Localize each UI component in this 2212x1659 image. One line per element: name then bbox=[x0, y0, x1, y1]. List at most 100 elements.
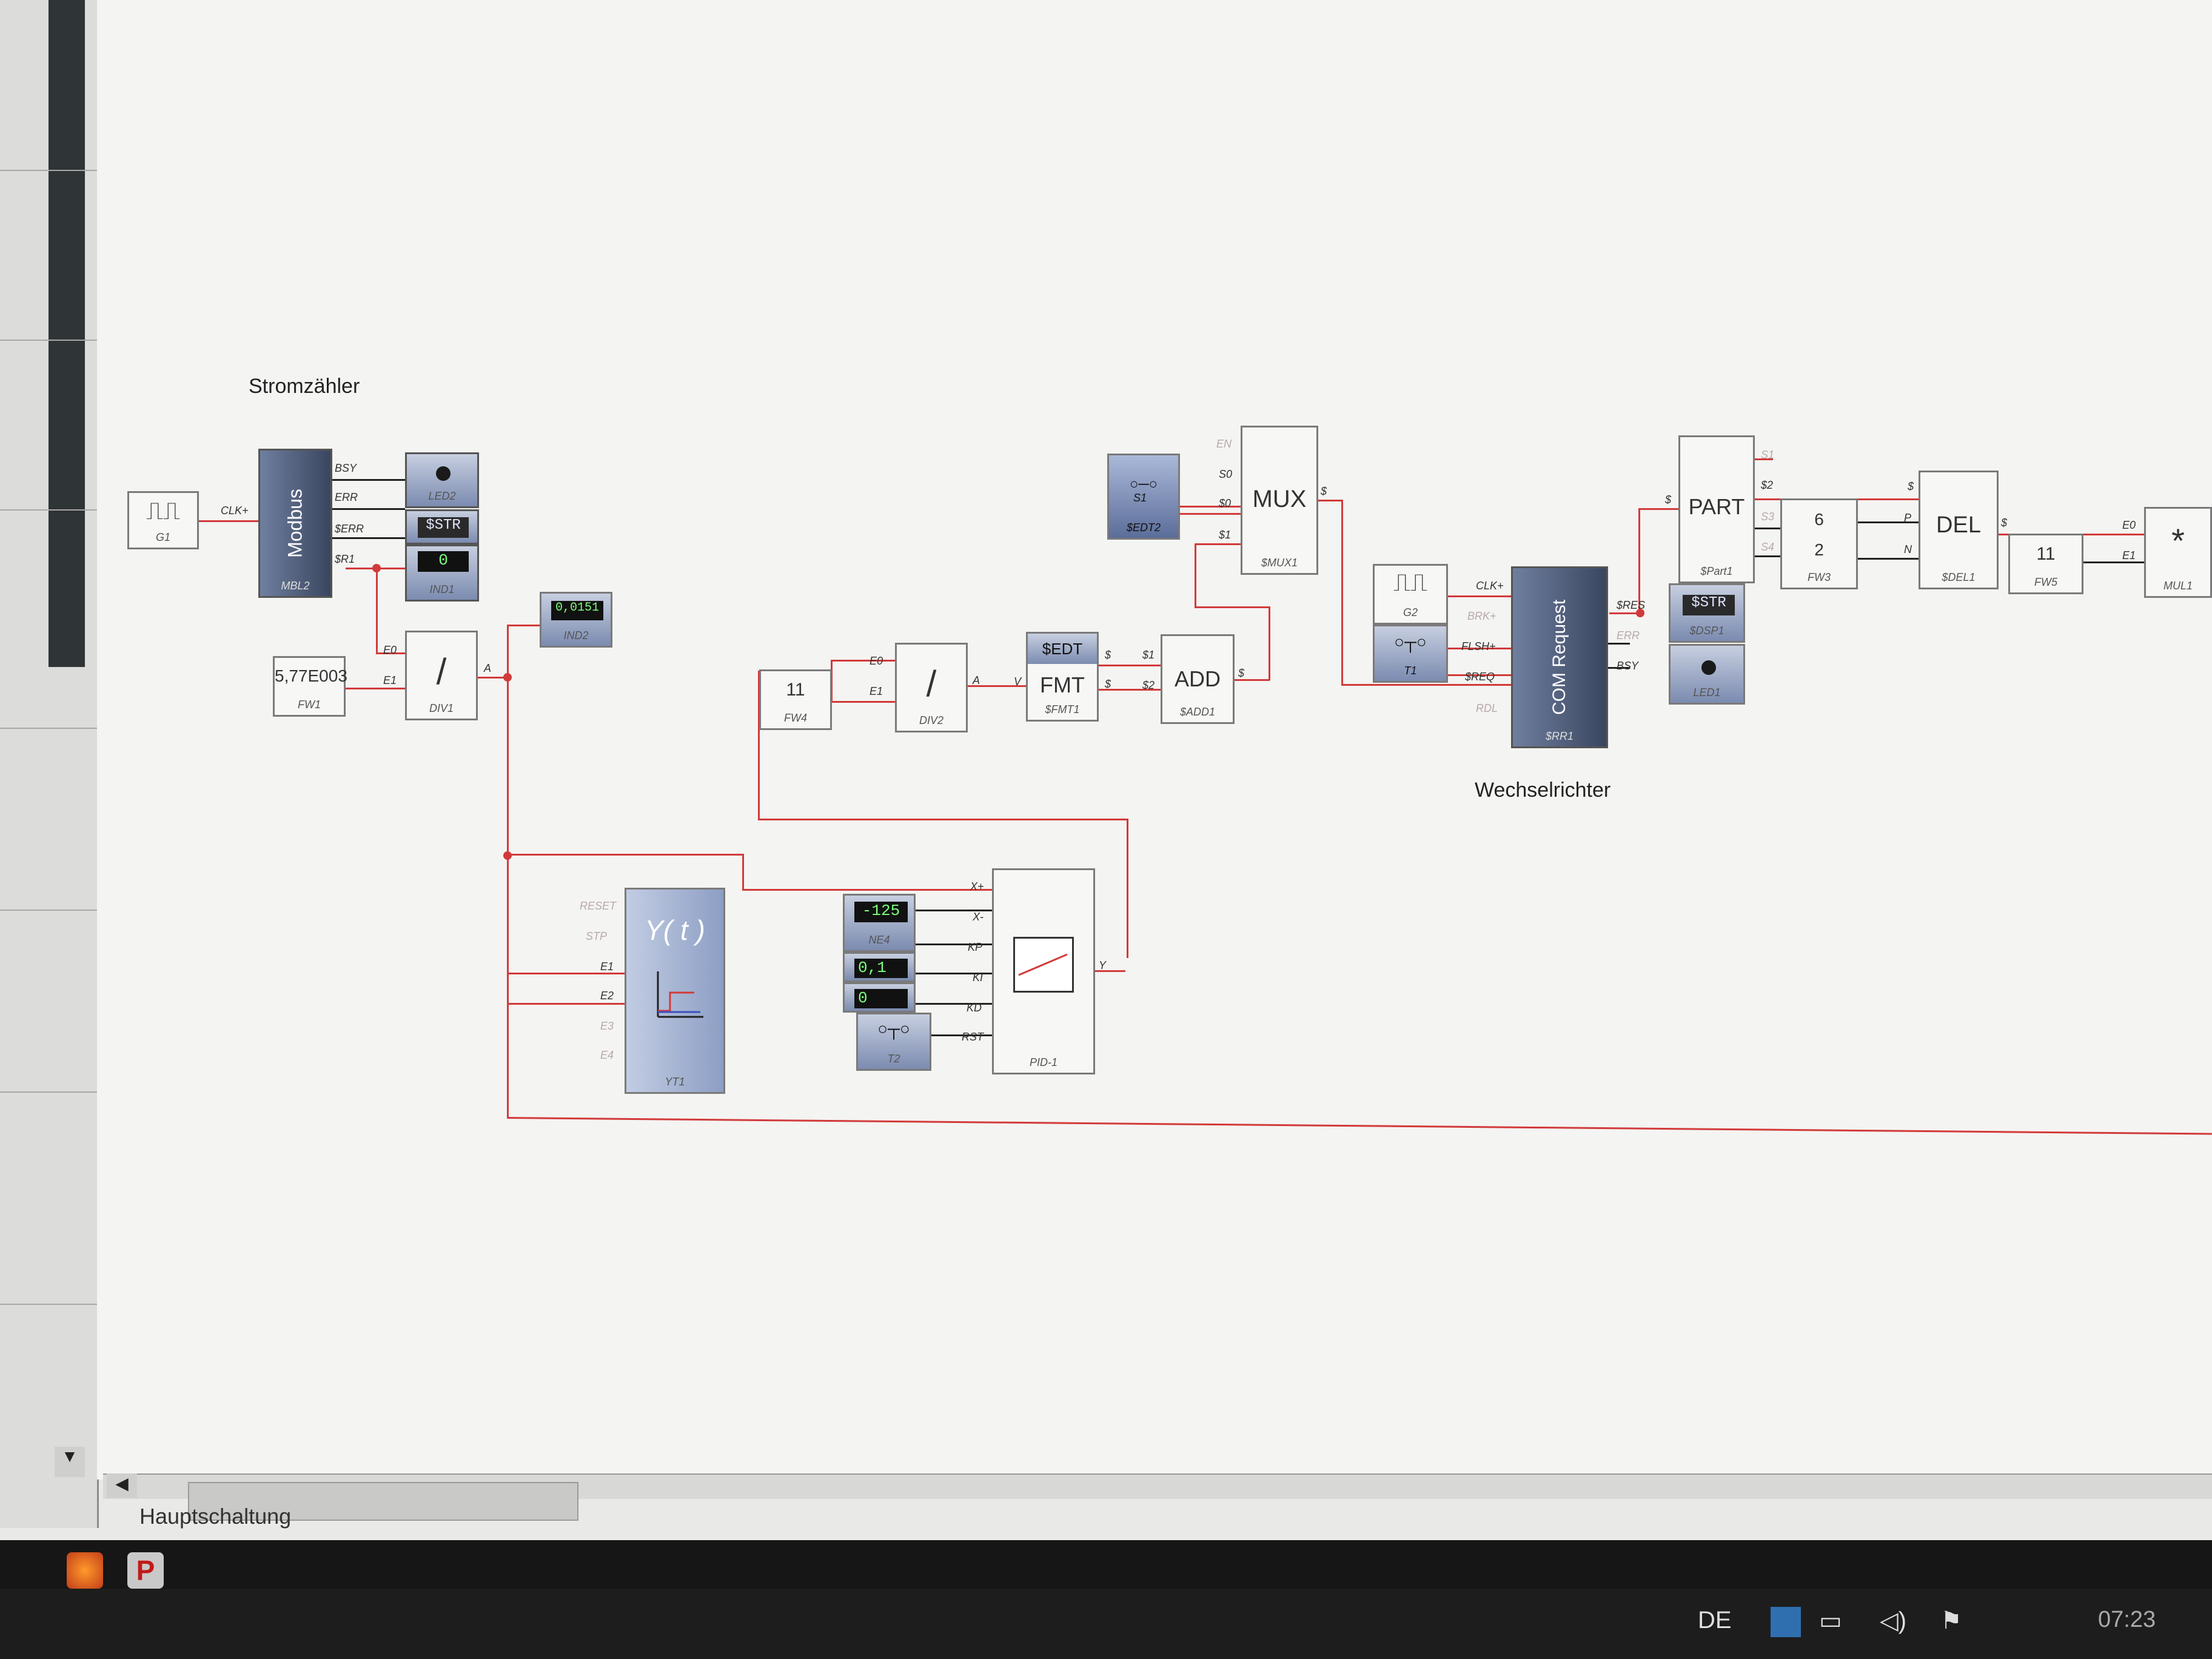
wire bbox=[507, 1003, 625, 1005]
pin-label: S4 bbox=[1761, 541, 1775, 553]
left-panel-stripe bbox=[49, 0, 85, 667]
fw4-constant-block[interactable]: 11 FW4 bbox=[759, 669, 832, 730]
fw3-constant-block[interactable]: 6 2 FW3 bbox=[1780, 498, 1858, 589]
fw5-constant-block[interactable]: 11 FW5 bbox=[2008, 534, 2083, 594]
ind2-display: 0,0151 bbox=[551, 601, 603, 620]
modbus-block[interactable]: Modbus MBL2 bbox=[258, 449, 332, 598]
ki-constant-block[interactable]: 0 bbox=[843, 982, 916, 1013]
pin-label: BSY bbox=[1617, 660, 1639, 672]
part-block[interactable]: PART $Part1 bbox=[1678, 435, 1755, 583]
block-id: $EDT2 bbox=[1126, 521, 1161, 534]
wire bbox=[376, 568, 378, 652]
pushbutton-t1[interactable]: ○┬○ T1 bbox=[1373, 625, 1448, 683]
pin-label: $ bbox=[1105, 649, 1111, 661]
language-indicator[interactable]: DE bbox=[1698, 1607, 1732, 1634]
block-id: FW3 bbox=[1808, 571, 1831, 583]
speaker-icon[interactable]: ◁) bbox=[1880, 1607, 1906, 1635]
pin-label: A bbox=[973, 674, 980, 686]
kp-constant-block[interactable]: 0,1 bbox=[843, 952, 916, 982]
pin-label: A bbox=[484, 662, 492, 674]
schematic-canvas[interactable] bbox=[97, 0, 2212, 1480]
block-id: $Part1 bbox=[1700, 565, 1733, 577]
ind2-block[interactable]: 0,0151 IND2 bbox=[540, 592, 612, 648]
pin-label: RESET bbox=[580, 900, 617, 912]
ne4-block[interactable]: -125 NE4 bbox=[843, 894, 916, 952]
wire bbox=[344, 688, 406, 689]
ind1-block[interactable]: 0 IND1 bbox=[405, 545, 479, 602]
del-block[interactable]: DEL $DEL1 bbox=[1919, 471, 1999, 589]
divider bbox=[0, 1304, 97, 1305]
yt-title: Y( t ) bbox=[645, 914, 705, 946]
square-wave-icon: ⎍⎍ bbox=[146, 498, 180, 525]
firefox-icon[interactable] bbox=[67, 1552, 103, 1589]
fw1-constant-block[interactable]: 5,77E003 FW1 bbox=[273, 656, 347, 717]
pin-label: X- bbox=[973, 911, 984, 923]
edt2-block[interactable]: ○─○ S1 $EDT2 bbox=[1107, 454, 1180, 540]
scroll-left-arrow-icon[interactable]: ◀ bbox=[107, 1473, 137, 1498]
pin-label: $0 bbox=[1219, 497, 1232, 509]
divider bbox=[0, 1091, 97, 1093]
block-id: IND1 bbox=[429, 583, 455, 595]
mul-block[interactable]: * MUL1 bbox=[2144, 507, 2212, 598]
pin-label: EN bbox=[1216, 438, 1232, 450]
dsp1-block[interactable]: $STR $DSP1 bbox=[1669, 583, 1745, 643]
led2-block[interactable]: LED2 bbox=[405, 452, 479, 508]
pin-label: $1 bbox=[1219, 529, 1232, 541]
string-display: $STR bbox=[418, 517, 469, 538]
wire bbox=[1195, 606, 1270, 608]
pin-label: CLK+ bbox=[1476, 580, 1504, 592]
clock[interactable]: 07:23 bbox=[2098, 1607, 2156, 1633]
network-icon[interactable] bbox=[1771, 1607, 1801, 1637]
pin-label: S1 bbox=[1761, 449, 1775, 461]
pin-label: RST bbox=[962, 1031, 984, 1043]
pin-label: FLSH+ bbox=[1461, 640, 1496, 652]
wire bbox=[1269, 606, 1270, 680]
window-icon[interactable]: ▭ bbox=[1819, 1607, 1842, 1635]
div1-block[interactable]: / DIV1 bbox=[405, 631, 478, 720]
pin-label: $ bbox=[1238, 667, 1245, 679]
pin-label: N bbox=[1904, 543, 1912, 555]
plot-icon bbox=[657, 971, 703, 1018]
plc-app-icon[interactable]: P bbox=[127, 1552, 164, 1589]
add-block[interactable]: ADD $ADD1 bbox=[1161, 634, 1235, 724]
string-display-block[interactable]: $STR bbox=[405, 509, 479, 545]
clock-generator-g1[interactable]: ⎍⎍ G1 bbox=[127, 491, 199, 549]
wire bbox=[1180, 506, 1241, 508]
com-request-block[interactable]: COM Request $RR1 bbox=[1511, 566, 1608, 748]
pin-label: KP bbox=[968, 941, 983, 953]
pin-label: X+ bbox=[970, 880, 984, 893]
block-id: NE4 bbox=[868, 934, 890, 946]
clock-generator-g2[interactable]: ⎍⎍ G2 bbox=[1373, 564, 1448, 625]
yt-plotter-block[interactable]: Y( t ) YT1 bbox=[625, 888, 725, 1094]
div2-block[interactable]: / DIV2 bbox=[895, 643, 968, 732]
wire bbox=[1195, 543, 1196, 608]
block-id: $MUX1 bbox=[1261, 557, 1298, 569]
wire bbox=[1609, 612, 1640, 614]
block-id: FW1 bbox=[298, 699, 321, 711]
mux-block[interactable]: MUX $MUX1 bbox=[1241, 426, 1318, 575]
wire bbox=[507, 854, 743, 856]
pushbutton-t2[interactable]: ○┬○ T2 bbox=[856, 1013, 931, 1071]
pin-label: $RES bbox=[1617, 599, 1646, 611]
pin-label: E2 bbox=[600, 990, 614, 1002]
pin-label: $ bbox=[1105, 678, 1111, 690]
led1-block[interactable]: LED1 bbox=[1669, 644, 1745, 705]
pin-label: E3 bbox=[600, 1020, 614, 1032]
fw3-value-2: 2 bbox=[1814, 540, 1824, 559]
wire bbox=[758, 819, 1128, 820]
pin-label: E0 bbox=[2122, 519, 2136, 531]
divider bbox=[0, 340, 97, 341]
wire bbox=[742, 854, 744, 890]
fmt-block[interactable]: $EDT FMT $FMT1 bbox=[1026, 632, 1099, 722]
fw1-value: 5,77E003 bbox=[275, 666, 347, 685]
pin-label: ERR bbox=[1617, 629, 1640, 642]
wire bbox=[831, 701, 895, 703]
ind1-display: 0 bbox=[418, 551, 469, 572]
section-label-wechselrichter: Wechselrichter bbox=[1475, 779, 1611, 802]
pin-label: E0 bbox=[870, 655, 883, 667]
pid-block[interactable]: PID-1 bbox=[992, 868, 1095, 1074]
flag-icon[interactable]: ⚑ bbox=[1940, 1607, 1962, 1635]
tab-hauptschaltung[interactable]: Hauptschaltung bbox=[127, 1504, 303, 1540]
scroll-down-arrow-icon[interactable]: ▼ bbox=[55, 1447, 85, 1477]
block-id: MUL1 bbox=[2163, 580, 2193, 592]
